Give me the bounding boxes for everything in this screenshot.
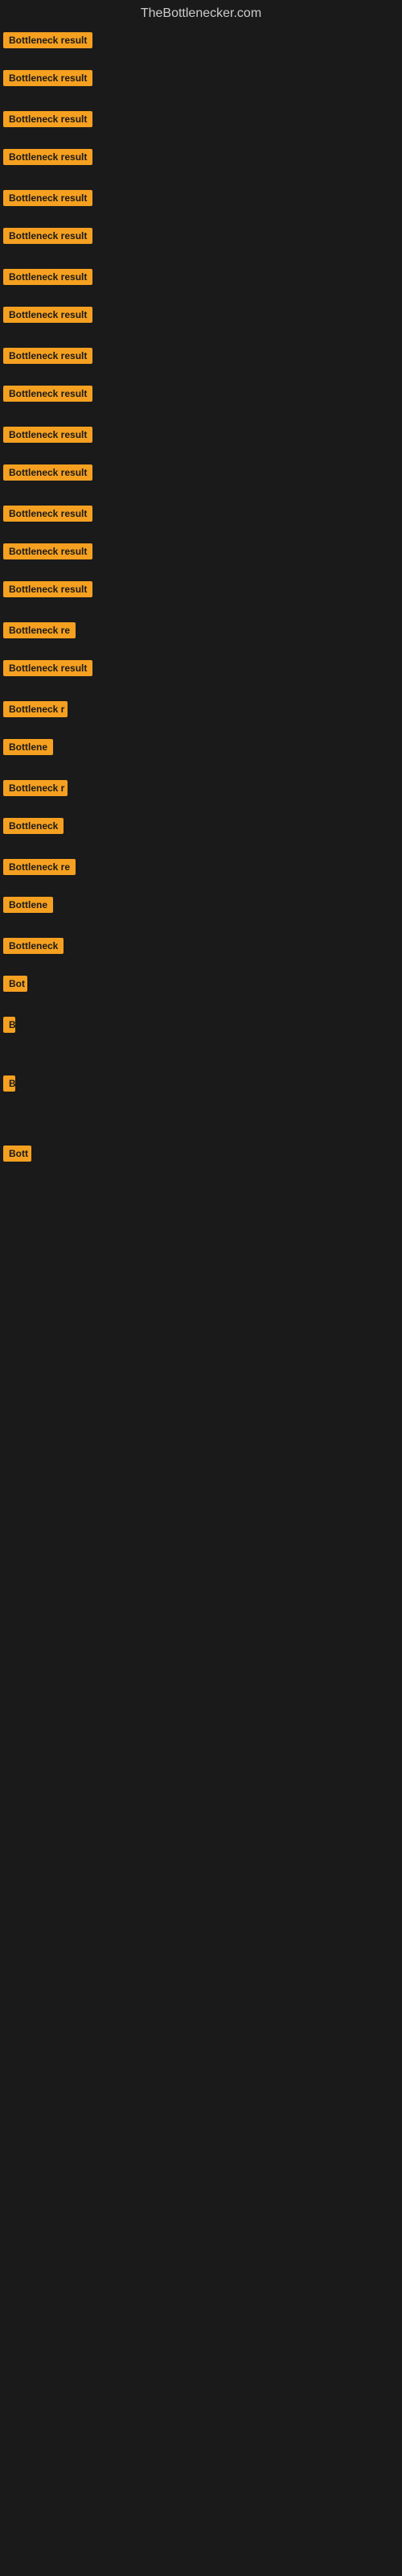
bottleneck-result-badge[interactable]: Bottleneck result	[3, 228, 92, 244]
site-title: TheBottlenecker.com	[0, 0, 402, 24]
bottleneck-result-badge[interactable]: B	[3, 1017, 15, 1033]
bottleneck-result-badge[interactable]: Bottleneck re	[3, 622, 76, 638]
list-item: Bottleneck	[0, 933, 402, 963]
bottleneck-result-badge[interactable]: Bottleneck result	[3, 660, 92, 676]
list-item: Bottleneck	[0, 813, 402, 843]
list-item: Bottleneck re	[0, 617, 402, 647]
list-item: Bottleneck result	[0, 655, 402, 685]
bottleneck-result-badge[interactable]: Bottleneck r	[3, 780, 68, 796]
list-item: Bottleneck result	[0, 422, 402, 452]
bottleneck-result-badge[interactable]: Bottlene	[3, 739, 53, 755]
bottleneck-result-badge[interactable]: Bottleneck result	[3, 111, 92, 127]
list-item: Bottleneck result	[0, 501, 402, 530]
list-item: Bottlene	[0, 734, 402, 764]
list-item: Bottleneck result	[0, 185, 402, 215]
bottleneck-result-badge[interactable]: Bottlene	[3, 897, 53, 913]
list-item: Bott	[0, 1141, 402, 1170]
bottleneck-result-badge[interactable]: Bottleneck result	[3, 386, 92, 402]
list-item: Bottleneck result	[0, 223, 402, 253]
bottleneck-result-badge[interactable]: Bottleneck result	[3, 307, 92, 323]
bottleneck-result-badge[interactable]: Bot	[3, 976, 27, 992]
list-item: Bottleneck result	[0, 460, 402, 489]
bottleneck-result-badge[interactable]: Bottleneck result	[3, 543, 92, 559]
bottleneck-result-badge[interactable]: Bottleneck r	[3, 701, 68, 717]
list-item: Bottleneck result	[0, 539, 402, 568]
bottleneck-result-badge[interactable]: Bottleneck result	[3, 190, 92, 206]
list-item: Bottleneck re	[0, 854, 402, 884]
list-item: Bottleneck result	[0, 27, 402, 57]
list-item: Bottleneck result	[0, 381, 402, 411]
bottleneck-result-badge[interactable]: Bottleneck	[3, 938, 64, 954]
bottleneck-result-badge[interactable]: Bott	[3, 1146, 31, 1162]
bottleneck-result-badge[interactable]: Bottleneck result	[3, 506, 92, 522]
list-item: Bottleneck r	[0, 775, 402, 805]
list-item: Bottleneck result	[0, 302, 402, 332]
list-item: Bottleneck result	[0, 576, 402, 606]
bottleneck-result-badge[interactable]: Bottleneck result	[3, 149, 92, 165]
list-item: Bottleneck result	[0, 343, 402, 373]
bottleneck-result-badge[interactable]: Bottleneck result	[3, 70, 92, 86]
list-item: Bottleneck result	[0, 264, 402, 294]
list-item: Bottleneck result	[0, 106, 402, 136]
list-item: B	[0, 1071, 402, 1100]
bottleneck-result-badge[interactable]: Bottleneck	[3, 818, 64, 834]
list-item	[0, 1050, 402, 1059]
list-item: Bot	[0, 971, 402, 1001]
list-item: Bottlene	[0, 892, 402, 922]
list-item: B	[0, 1012, 402, 1042]
bottleneck-result-badge[interactable]: Bottleneck result	[3, 32, 92, 48]
bottleneck-result-badge[interactable]: Bottleneck result	[3, 581, 92, 597]
list-item: Bottleneck result	[0, 65, 402, 95]
list-item: Bottleneck result	[0, 144, 402, 174]
bottleneck-result-badge[interactable]: Bottleneck result	[3, 427, 92, 443]
bottleneck-result-badge[interactable]: Bottleneck result	[3, 464, 92, 481]
list-item	[0, 1179, 402, 1188]
list-item: Bottleneck r	[0, 696, 402, 726]
bottleneck-result-badge[interactable]: Bottleneck re	[3, 859, 76, 875]
bottleneck-result-badge[interactable]: Bottleneck result	[3, 348, 92, 364]
bottleneck-result-badge[interactable]: B	[3, 1075, 15, 1092]
bottleneck-result-badge[interactable]: Bottleneck result	[3, 269, 92, 285]
